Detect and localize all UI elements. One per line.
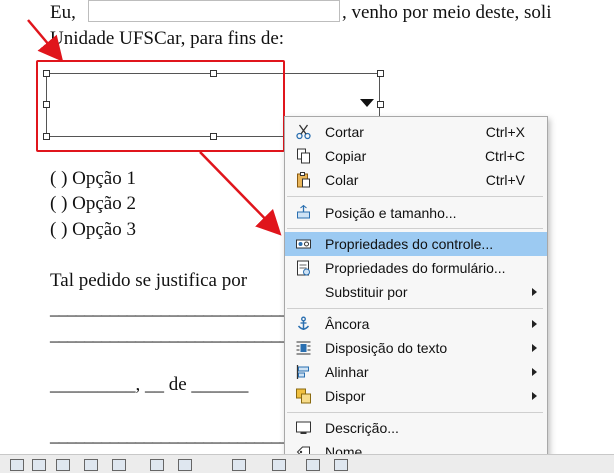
arrange-icon xyxy=(296,388,311,404)
toolbar-button-icon[interactable] xyxy=(10,459,24,471)
submenu-arrow-icon xyxy=(532,392,537,400)
toolbar-button-icon[interactable] xyxy=(272,459,286,471)
text-wrap-icon xyxy=(296,341,311,355)
resize-handle[interactable] xyxy=(377,70,384,77)
menu-item-alinhar[interactable]: Alinhar xyxy=(285,360,547,384)
toolbar-button-icon[interactable] xyxy=(56,459,70,471)
menu-label: Descrição... xyxy=(325,420,399,436)
option-2: ( ) Opção 2 xyxy=(50,193,136,214)
menu-label: Disposição do texto xyxy=(325,340,448,356)
menu-item-ancora[interactable]: Âncora xyxy=(285,312,547,336)
menu-item-substituir-por[interactable]: Substituir por xyxy=(285,280,547,304)
menu-item-disposicao-texto[interactable]: Disposição do texto xyxy=(285,336,547,360)
doc-line-2: Unidade UFSCar, para fins de: xyxy=(50,28,284,50)
justify-text: Tal pedido se justifica por xyxy=(50,270,248,291)
menu-label: Dispor xyxy=(325,388,366,404)
align-icon xyxy=(296,365,309,379)
shortcut: Ctrl+X xyxy=(485,124,525,140)
menu-item-descricao[interactable]: Descrição... xyxy=(285,416,547,440)
control-properties-icon xyxy=(296,239,311,249)
annotation-box-control xyxy=(36,60,285,152)
context-menu: Cortar Ctrl+X Copiar Ctrl+C Colar Ctrl+V… xyxy=(284,116,548,466)
submenu-arrow-icon xyxy=(532,368,537,376)
toolbar-button-icon[interactable] xyxy=(334,459,348,471)
menu-label: Alinhar xyxy=(325,364,369,380)
description-icon xyxy=(296,421,311,434)
copy-icon xyxy=(297,148,310,164)
form-properties-icon xyxy=(297,260,310,276)
menu-label: Âncora xyxy=(325,316,370,332)
toolbar-button-icon[interactable] xyxy=(150,459,164,471)
date-line: _________, __ de ______ xyxy=(50,374,249,395)
menu-item-copiar[interactable]: Copiar Ctrl+C xyxy=(285,144,547,168)
doc-line-1-end: , venho por meio deste, soli xyxy=(342,2,552,23)
menu-item-dispor[interactable]: Dispor xyxy=(285,384,547,408)
anchor-icon xyxy=(297,316,310,330)
shortcut: Ctrl+C xyxy=(484,148,525,164)
doc-line-1-start: Eu, xyxy=(50,2,76,23)
submenu-arrow-icon xyxy=(532,288,537,296)
toolbar-button-icon[interactable] xyxy=(32,459,46,471)
menu-item-propriedades-controle[interactable]: Propriedades do controle... xyxy=(285,232,547,256)
bottom-toolbar xyxy=(0,454,614,473)
menu-separator xyxy=(287,196,543,197)
toolbar-button-icon[interactable] xyxy=(84,459,98,471)
menu-separator xyxy=(287,308,543,309)
menu-separator xyxy=(287,228,543,229)
toolbar-button-icon[interactable] xyxy=(178,459,192,471)
menu-label: Colar xyxy=(325,172,359,188)
annotation-arrow-2 xyxy=(199,151,282,236)
doc-line-2-text: Unidade UFSCar, para fins de: xyxy=(50,28,285,49)
toolbar-button-icon[interactable] xyxy=(232,459,246,471)
toolbar-button-icon[interactable] xyxy=(306,459,320,471)
menu-label: Posição e tamanho... xyxy=(325,205,457,221)
menu-label: Propriedades do controle... xyxy=(325,236,494,252)
option-3: ( ) Opção 3 xyxy=(50,219,136,240)
position-size-icon xyxy=(297,205,310,219)
dropdown-arrow-icon[interactable] xyxy=(360,99,374,107)
menu-separator xyxy=(287,412,543,413)
name-text-field[interactable] xyxy=(88,0,340,22)
menu-label: Copiar xyxy=(325,148,367,164)
option-1: ( ) Opção 1 xyxy=(50,168,136,189)
shortcut: Ctrl+V xyxy=(485,172,525,188)
menu-label: Propriedades do formulário... xyxy=(325,260,506,276)
menu-label: Substituir por xyxy=(325,284,408,300)
toolbar-button-icon[interactable] xyxy=(112,459,126,471)
submenu-arrow-icon xyxy=(532,344,537,352)
menu-item-propriedades-formulario[interactable]: Propriedades do formulário... xyxy=(285,256,547,280)
paste-icon xyxy=(297,172,310,188)
menu-item-posicao-tamanho[interactable]: Posição e tamanho... xyxy=(285,201,547,225)
menu-item-colar[interactable]: Colar Ctrl+V xyxy=(285,168,547,192)
resize-handle[interactable] xyxy=(377,101,384,108)
menu-label: Cortar xyxy=(325,124,364,140)
scissors-icon xyxy=(296,124,311,140)
menu-item-cortar[interactable]: Cortar Ctrl+X xyxy=(285,120,547,144)
submenu-arrow-icon xyxy=(532,320,537,328)
